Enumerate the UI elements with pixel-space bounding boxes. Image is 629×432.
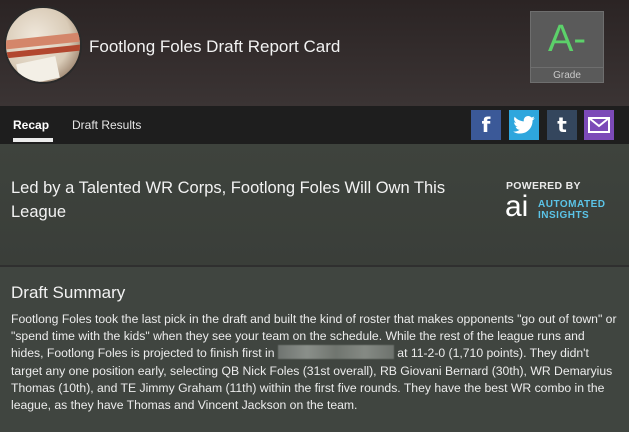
email-icon: [588, 117, 610, 133]
brand-line: AUTOMATED: [538, 199, 606, 210]
logo-note: [16, 56, 60, 82]
recap-headline: Led by a Talented WR Corps, Footlong Fol…: [11, 179, 446, 221]
grade-value: A-: [548, 18, 586, 60]
redacted-league-name: [277, 345, 394, 360]
grade-badge: A- Grade: [530, 11, 604, 83]
twitter-icon: [513, 116, 535, 134]
grade-label: Grade: [531, 67, 603, 83]
team-logo-avatar: [4, 6, 82, 84]
page-title: Footlong Foles Draft Report Card: [89, 37, 341, 56]
summary-heading: Draft Summary: [11, 283, 126, 302]
report-header: Footlong Foles Draft Report Card A- Grad…: [0, 0, 629, 106]
brand-line: INSIGHTS: [538, 210, 590, 221]
automated-insights-logo: ai: [505, 190, 529, 223]
twitter-share-button[interactable]: [509, 110, 539, 140]
facebook-share-button[interactable]: f: [471, 110, 501, 140]
tab-recap[interactable]: Recap: [13, 118, 54, 142]
tumblr-icon: t: [557, 113, 567, 137]
automated-insights-wordmark: AUTOMATED INSIGHTS: [538, 199, 605, 221]
facebook-icon: f: [481, 113, 491, 137]
tumblr-share-button[interactable]: t: [547, 110, 577, 140]
summary-text: Footlong Foles took the last pick in the…: [11, 311, 617, 414]
tab-draft-results[interactable]: Draft Results: [72, 118, 141, 132]
email-share-button[interactable]: [584, 110, 614, 140]
